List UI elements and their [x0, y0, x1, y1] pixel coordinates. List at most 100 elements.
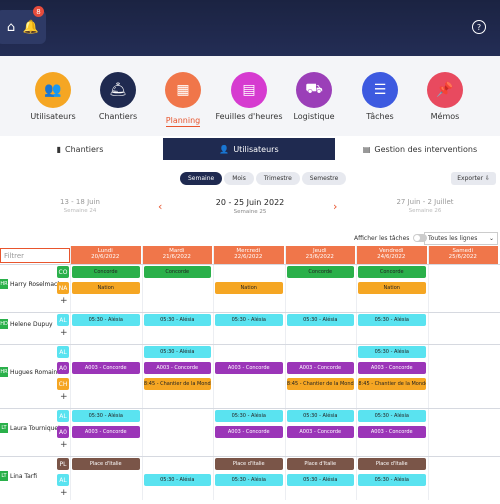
assignment-bar[interactable]: Concorde: [358, 266, 426, 278]
tab-label: Chantiers: [65, 144, 104, 154]
chevron-down-icon: ⌄: [488, 235, 494, 242]
user-name[interactable]: Harry Roselmack: [10, 281, 61, 288]
assignment-bar[interactable]: 05:30 - Alésia: [358, 410, 426, 422]
assignment-bar[interactable]: A003 - Concorde: [215, 426, 283, 438]
module-planning[interactable]: ▦ Planning: [148, 72, 218, 127]
add-assignment-icon[interactable]: +: [60, 328, 68, 338]
period-week[interactable]: Semaine: [180, 172, 223, 185]
add-assignment-icon[interactable]: +: [60, 440, 68, 450]
user-icon: 👤: [219, 144, 230, 154]
module-m-mos[interactable]: 📌 Mémos: [410, 72, 480, 121]
period-semester[interactable]: Semestre: [301, 172, 347, 185]
assignment-bar[interactable]: A003 - Concorde: [358, 426, 426, 438]
assignment-bar[interactable]: 05:30 - Alésia: [286, 314, 354, 326]
filter-input[interactable]: Filtrer: [0, 248, 70, 263]
week-number: Semaine 24: [63, 208, 97, 214]
assignment-bar[interactable]: Nation: [215, 282, 283, 294]
assignment-bar[interactable]: A003 - Concorde: [72, 426, 140, 438]
user-name[interactable]: Lina Tarfi: [10, 473, 37, 480]
tab-label: Gestion des interventions: [374, 144, 478, 154]
day-date: 23/6/2022: [305, 254, 334, 260]
user-name[interactable]: Helene Dupuy: [10, 321, 53, 328]
chevron-left-icon[interactable]: ‹: [158, 200, 162, 213]
day-header: Mardi 21/6/2022: [141, 246, 213, 264]
avatar: LT: [0, 471, 8, 481]
assignment-bar[interactable]: 05:30 - Alésia: [72, 314, 140, 326]
assignment-bar[interactable]: 18:45 - Chantier de la Monde: [358, 378, 426, 390]
site-tag: AL: [57, 474, 69, 486]
assignment-bar[interactable]: Concorde: [143, 266, 211, 278]
assignment-bar[interactable]: 18:45 - Chantier de la Monde: [143, 378, 211, 390]
assignment-bar[interactable]: A003 - Concorde: [358, 362, 426, 374]
site-tag: A0: [57, 362, 69, 374]
assignment-bar[interactable]: 05:30 - Alésia: [215, 474, 283, 486]
assignment-bar[interactable]: A003 - Concorde: [286, 426, 354, 438]
assignment-bar[interactable]: 05:30 - Alésia: [286, 410, 354, 422]
timesheet-icon: ▤: [231, 72, 267, 108]
assignment-bar[interactable]: A003 - Concorde: [72, 362, 140, 374]
assignment-bar[interactable]: 18:45 - Chantier de la Monde: [286, 378, 354, 390]
period-month[interactable]: Mois: [224, 172, 254, 185]
tasks-icon: ☰: [362, 72, 398, 108]
users-icon: 👥: [35, 72, 71, 108]
top-bar: ⌂ 🔔 8 ?: [0, 0, 500, 56]
site-tag: CO: [57, 266, 69, 278]
prev-week[interactable]: 13 - 18 Juin Semaine 24: [40, 198, 120, 214]
assignment-bar[interactable]: 05:30 - Alésia: [143, 474, 211, 486]
assignment-bar[interactable]: Concorde: [286, 266, 354, 278]
add-assignment-icon[interactable]: +: [60, 296, 68, 306]
assignment-bar[interactable]: 05:30 - Alésia: [143, 346, 211, 358]
assignment-bar[interactable]: Concorde: [72, 266, 140, 278]
site-tag: AL: [57, 314, 69, 326]
add-assignment-icon[interactable]: +: [60, 488, 68, 498]
assignment-bar[interactable]: 05:30 - Alésia: [358, 474, 426, 486]
tab-utilisateurs[interactable]: 👤 Utilisateurs: [163, 138, 335, 160]
tab-interventions[interactable]: ▤ Gestion des interventions: [340, 138, 500, 160]
next-week[interactable]: 27 Juin - 2 Juillet Semaine 26: [385, 198, 465, 214]
site-tag: NA: [57, 282, 69, 294]
assignment-bar[interactable]: 05:30 - Alésia: [72, 410, 140, 422]
assignment-bar[interactable]: 05:30 - Alésia: [215, 314, 283, 326]
assignment-bar[interactable]: Place d'Italie: [358, 458, 426, 470]
avatar: LT: [0, 423, 8, 433]
assignment-bar[interactable]: Place d'Italie: [215, 458, 283, 470]
lines-select[interactable]: Toutes les lignes ⌄: [424, 232, 498, 245]
help-icon[interactable]: ?: [472, 20, 486, 34]
user-name[interactable]: Laura Tourniquet: [10, 425, 60, 432]
user-name[interactable]: Hugues Romain: [10, 369, 57, 376]
assignment-bar[interactable]: Place d'Italie: [72, 458, 140, 470]
module-logistique[interactable]: ⛟ Logistique: [279, 72, 349, 121]
bell-icon: 🛎: [100, 72, 136, 108]
assignment-bar[interactable]: A003 - Concorde: [215, 362, 283, 374]
module-label: Mémos: [430, 112, 460, 121]
module-label: Utilisateurs: [30, 112, 76, 121]
assignment-bar[interactable]: A003 - Concorde: [286, 362, 354, 374]
week-range: 13 - 18 Juin: [60, 198, 100, 206]
chevron-right-icon[interactable]: ›: [333, 200, 337, 213]
assignment-bar[interactable]: 05:30 - Alésia: [215, 410, 283, 422]
assignment-bar[interactable]: A003 - Concorde: [143, 362, 211, 374]
add-assignment-icon[interactable]: +: [60, 392, 68, 402]
avatar: HR: [0, 367, 8, 377]
assignment-bar[interactable]: Place d'Italie: [286, 458, 354, 470]
assignment-bar[interactable]: 05:30 - Alésia: [286, 474, 354, 486]
export-button[interactable]: Exporter ⇩: [451, 172, 496, 185]
assignment-bar[interactable]: 05:30 - Alésia: [358, 314, 426, 326]
avatar: HR: [0, 279, 8, 289]
period-quarter[interactable]: Trimestre: [255, 172, 300, 185]
assignment-bar[interactable]: Nation: [72, 282, 140, 294]
module-chantiers[interactable]: 🛎 Chantiers: [83, 72, 153, 121]
tab-chantiers[interactable]: ▮ Chantiers: [0, 138, 160, 160]
assignment-bar[interactable]: 05:30 - Alésia: [358, 346, 426, 358]
module-utilisateurs[interactable]: 👥 Utilisateurs: [18, 72, 88, 121]
module-label: Feuilles d'heures: [215, 112, 283, 121]
module-t-ches[interactable]: ☰ Tâches: [345, 72, 415, 121]
module-feuilles-d-heures[interactable]: ▤ Feuilles d'heures: [214, 72, 284, 121]
day-header: Vendredi 24/6/2022: [356, 246, 428, 264]
notifications-icon[interactable]: 🔔 8: [16, 6, 46, 44]
filter-placeholder: Filtrer: [4, 252, 25, 260]
calendar-icon: ▦: [165, 72, 201, 108]
assignment-bar[interactable]: 05:30 - Alésia: [143, 314, 211, 326]
day-header: Lundi 20/6/2022: [70, 246, 142, 264]
assignment-bar[interactable]: Nation: [358, 282, 426, 294]
